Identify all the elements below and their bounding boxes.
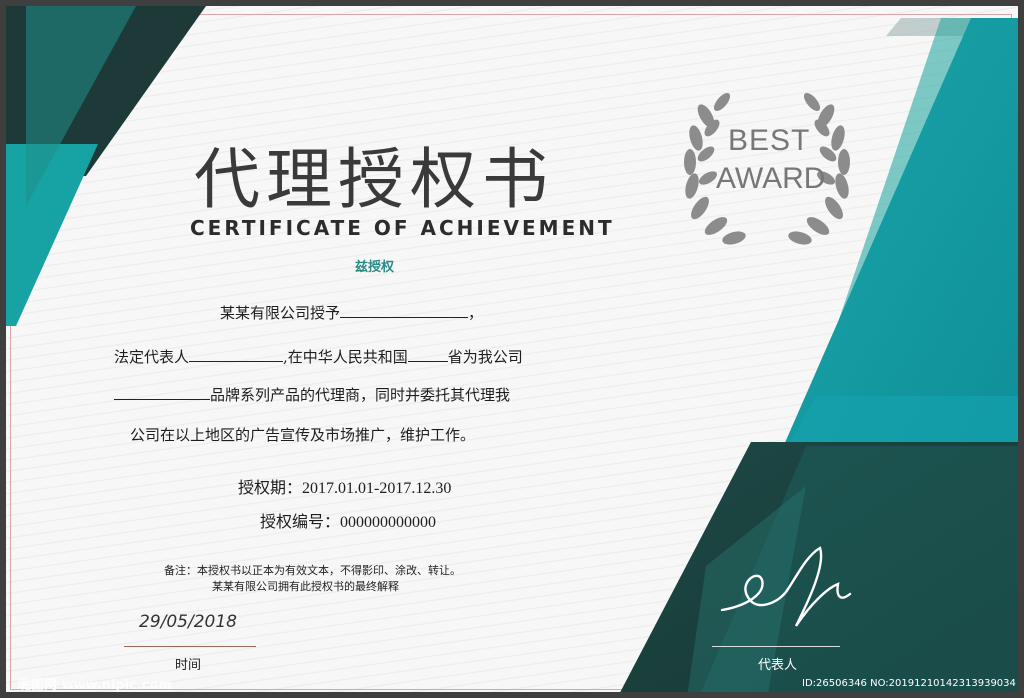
authorization-tagline: 兹授权 bbox=[355, 260, 395, 275]
date-underline bbox=[124, 646, 256, 647]
grantee-blank[interactable] bbox=[340, 302, 469, 318]
top-left-teal-shape bbox=[6, 144, 98, 326]
date-label: 时间 bbox=[175, 658, 202, 673]
brand-blank[interactable] bbox=[114, 384, 210, 400]
issue-date: 29/05/2018 bbox=[139, 612, 237, 632]
body-line-1-text: 某某有限公司授予 bbox=[220, 304, 341, 322]
signature-label: 代表人 bbox=[758, 658, 798, 673]
body-line-2: 法定代表人 ,在中华人民共和国 省为我公司 bbox=[114, 346, 523, 367]
body-line-1: 某某有限公司授予 ， bbox=[220, 302, 483, 323]
watermark-id: ID:26506346 NO:20191210142313939034 bbox=[802, 678, 1016, 689]
term-label: 授权期： bbox=[238, 480, 303, 497]
note-line-2: 某某有限公司拥有此授权书的最终解释 bbox=[212, 580, 399, 593]
number-value: 000000000000 bbox=[340, 514, 437, 531]
body-line-2-a: 法定代表人 bbox=[114, 348, 190, 366]
province-blank[interactable] bbox=[407, 346, 448, 362]
body-line-2-b: ,在中华人民共和国 bbox=[283, 348, 408, 366]
body-line-2-c: 省为我公司 bbox=[447, 348, 523, 366]
certificate-subtitle: CERTIFICATE OF ACHIEVEMENT bbox=[190, 216, 615, 240]
watermark-site: 昵图网 www.nipic.com bbox=[18, 678, 172, 693]
certificate-title: 代理授权书 bbox=[194, 141, 554, 218]
body-line-3-text: 品牌系列产品的代理商，同时并委托其代理我 bbox=[210, 386, 511, 404]
number-label: 授权编号： bbox=[260, 514, 341, 531]
number-row: 授权编号：000000000000 bbox=[260, 508, 436, 532]
note-line-1: 备注：本授权书以正本为有效文本，不得影印、涂改、转让。 bbox=[164, 564, 461, 577]
term-row: 授权期：2017.01.01-2017.12.30 bbox=[238, 474, 451, 498]
body-line-4: 公司在以上地区的广告宣传及市场推广，维护工作。 bbox=[130, 426, 476, 444]
badge-award: AWARD bbox=[716, 162, 826, 195]
certificate-page: 代理授权书 CERTIFICATE OF ACHIEVEMENT 兹授权 BES… bbox=[0, 0, 1024, 698]
representative-blank[interactable] bbox=[189, 346, 284, 362]
body-line-1-end: ， bbox=[468, 304, 484, 322]
term-value: 2017.01.01-2017.12.30 bbox=[302, 480, 452, 497]
signature-underline bbox=[712, 646, 840, 647]
body-line-3: 品牌系列产品的代理商，同时并委托其代理我 bbox=[114, 384, 510, 405]
badge-best: BEST bbox=[728, 124, 811, 157]
